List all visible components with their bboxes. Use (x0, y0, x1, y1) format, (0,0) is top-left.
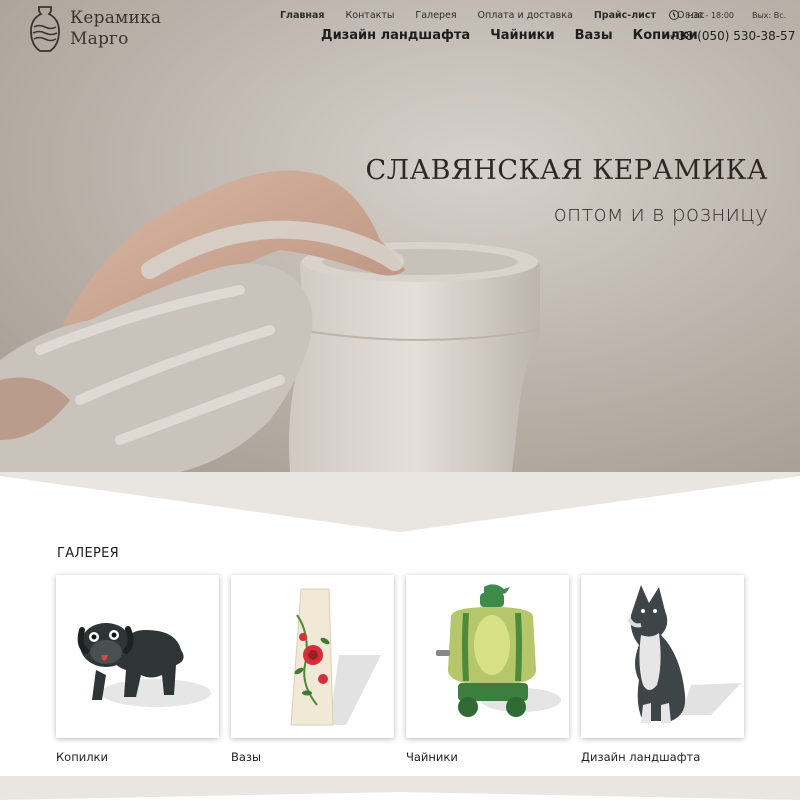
category-navigation: Дизайн ландшафта Чайники Вазы Копилки (321, 28, 718, 43)
nav-link-home[interactable]: Главная (280, 10, 325, 21)
phone-link[interactable]: +38 (050) 530-38-57 (668, 29, 795, 43)
gallery-label-teapots[interactable]: Чайники (406, 750, 569, 764)
gallery-heading: ГАЛЕРЕЯ (57, 546, 119, 561)
top-navigation: Главная Контакты Галерея Оплата и достав… (280, 10, 726, 21)
gallery-image-vases[interactable] (231, 575, 394, 738)
gallery-card-vases[interactable]: Вазы (231, 575, 394, 764)
nav-link-vases[interactable]: Вазы (575, 28, 613, 43)
hours-text: 8:30 - 18:00 (685, 10, 734, 20)
gallery-card-teapots[interactable]: Чайники (406, 575, 569, 764)
gallery-label-vases[interactable]: Вазы (231, 750, 394, 764)
gallery-card-landscape-design[interactable]: Дизайн ландшафта (581, 575, 744, 764)
brand-line-2: Марго (70, 29, 129, 49)
gallery-grid: Копилки Вазы Чайники Дизайн ландшафта (56, 575, 756, 764)
nav-link-teapots[interactable]: Чайники (490, 28, 554, 43)
dog-figurine-icon (77, 623, 211, 707)
gallery-image-teapots[interactable] (406, 575, 569, 738)
barrel-dispenser-icon (436, 584, 561, 717)
gallery-label-piggy-banks[interactable]: Копилки (56, 750, 219, 764)
working-hours: 8:30 - 18:00 Вых: Вс. (669, 10, 786, 20)
footer-divider (0, 776, 800, 800)
hero-title: СЛАВЯНСКАЯ КЕРАМИКА (365, 155, 768, 186)
nav-link-landscape-design[interactable]: Дизайн ландшафта (321, 28, 470, 43)
hero-subtitle: оптом и в розницу (553, 202, 768, 227)
nav-link-price-list[interactable]: Прайс-лист (594, 10, 656, 21)
pottery-hands-image (0, 0, 800, 472)
brand-logo[interactable]: Керамика Марго (28, 5, 161, 53)
clock-icon (669, 10, 679, 20)
vase-logo-icon (30, 6, 60, 52)
brand-name: Керамика Марго (70, 8, 161, 50)
vase-product-icon (290, 588, 381, 726)
gallery-label-landscape-design[interactable]: Дизайн ландшафта (581, 750, 744, 764)
gallery-image-landscape-design[interactable] (581, 575, 744, 738)
brand-line-1: Керамика (70, 8, 162, 28)
hero-banner: Керамика Марго Главная Контакты Галерея … (0, 0, 800, 472)
nav-link-gallery[interactable]: Галерея (415, 10, 456, 21)
days-off-text: Вых: Вс. (752, 10, 787, 20)
nav-link-payment-delivery[interactable]: Оплата и доставка (478, 10, 573, 21)
section-divider (0, 472, 800, 532)
gallery-image-piggy-banks[interactable] (56, 575, 219, 738)
nav-link-contacts[interactable]: Контакты (346, 10, 395, 21)
gallery-card-piggy-banks[interactable]: Копилки (56, 575, 219, 764)
wolf-figurine-icon (627, 585, 741, 723)
